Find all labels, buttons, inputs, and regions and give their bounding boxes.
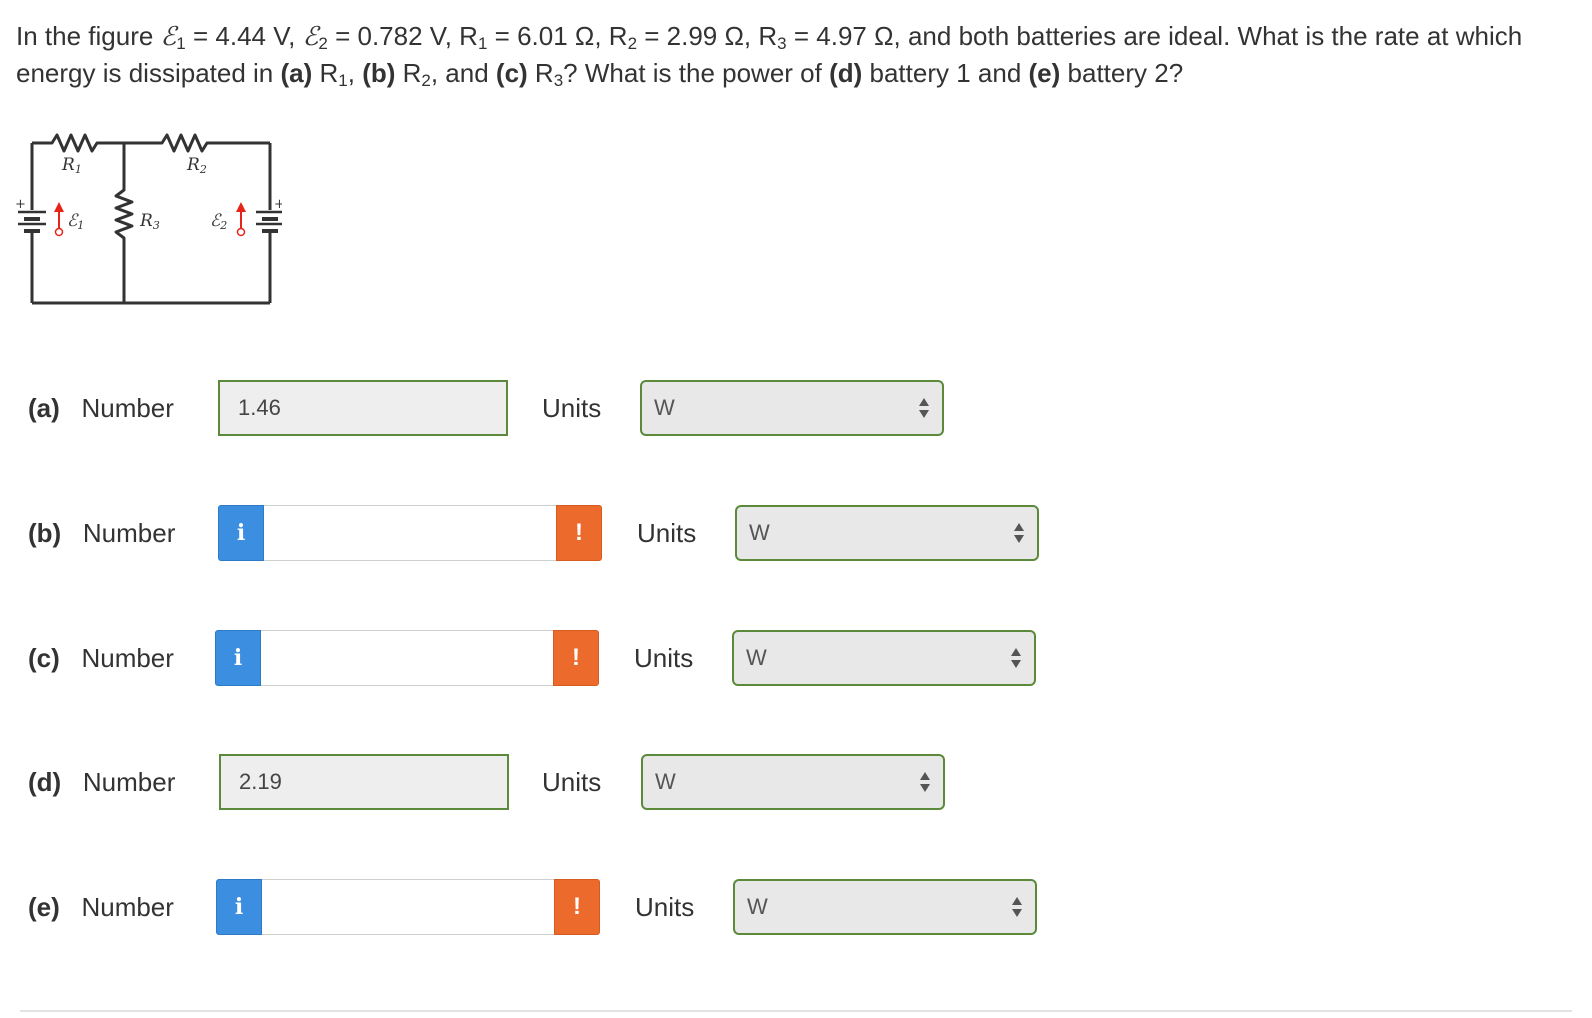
part-letter: (b)	[28, 518, 62, 548]
select-arrows-icon	[920, 772, 930, 792]
number-input-c[interactable]	[261, 630, 555, 686]
answer-row-a: (a) Number 1.46 Units W	[0, 380, 1592, 436]
selected-unit: W	[747, 894, 768, 919]
number-label: Number	[81, 393, 174, 423]
resistor-r3	[114, 143, 134, 303]
units-select-a[interactable]: W	[640, 380, 944, 436]
warning-icon[interactable]: !	[556, 505, 602, 561]
number-label: Number	[81, 643, 174, 673]
select-arrows-icon	[1014, 523, 1024, 543]
number-input-b[interactable]	[264, 505, 558, 561]
units-label: Units	[635, 892, 695, 922]
svg-text:+: +	[274, 197, 282, 212]
answer-row-e: (e) Number i ! Units W	[0, 879, 1592, 935]
emf-1-arrow-icon	[54, 202, 64, 237]
select-arrows-icon	[1012, 897, 1022, 917]
divider	[20, 1010, 1572, 1012]
warning-icon[interactable]: !	[553, 630, 599, 686]
selected-unit: W	[654, 395, 675, 420]
part-letter: (a)	[28, 393, 60, 423]
selected-unit: W	[746, 645, 767, 670]
battery-2	[256, 210, 282, 233]
part-letter: (c)	[28, 643, 60, 673]
units-select-d[interactable]: W	[641, 754, 945, 810]
number-input-e[interactable]	[262, 879, 556, 935]
answer-row-d: (d) Number 2.19 Units W	[0, 754, 1592, 810]
units-select-c[interactable]: W	[732, 630, 1036, 686]
units-label: Units	[637, 518, 697, 548]
emf2-label: ℰ2	[210, 211, 227, 232]
units-label: Units	[634, 643, 694, 673]
r1-label: R1	[61, 155, 82, 176]
units-label: Units	[542, 393, 602, 423]
units-select-b[interactable]: W	[735, 505, 1039, 561]
resistor-r2	[124, 133, 270, 153]
units-select-e[interactable]: W	[733, 879, 1037, 935]
r2-label: R2	[186, 155, 207, 176]
number-input-a[interactable]: 1.46	[218, 380, 508, 436]
battery-1	[18, 210, 46, 233]
answer-row-c: (c) Number i ! Units W	[0, 630, 1592, 686]
selected-unit: W	[655, 769, 676, 794]
r3-label: R3	[139, 211, 160, 232]
select-arrows-icon	[919, 398, 929, 418]
number-label: Number	[82, 518, 176, 548]
svg-text:+: +	[15, 197, 26, 212]
number-label: Number	[81, 892, 174, 922]
selected-unit: W	[749, 520, 770, 545]
info-icon[interactable]: i	[218, 505, 264, 561]
part-letter: (e)	[28, 892, 60, 922]
part-letter: (d)	[28, 767, 62, 797]
select-arrows-icon	[1011, 648, 1021, 668]
info-icon[interactable]: i	[216, 879, 262, 935]
number-input-d[interactable]: 2.19	[219, 754, 509, 810]
number-label: Number	[82, 767, 176, 797]
answer-row-b: (b) Number i ! Units W	[0, 505, 1592, 561]
units-label: Units	[542, 767, 602, 797]
emf-2-arrow-icon	[236, 202, 246, 237]
circuit-diagram: + + R1 R2 R3 ℰ1 ℰ2	[15, 133, 282, 305]
question-text: In the figure ℰ1 = 4.44 V, ℰ2 = 0.782 V,…	[16, 21, 1523, 90]
emf1-label: ℰ1	[67, 211, 84, 232]
warning-icon[interactable]: !	[554, 879, 600, 935]
resistor-r1	[32, 133, 124, 153]
info-icon[interactable]: i	[215, 630, 261, 686]
